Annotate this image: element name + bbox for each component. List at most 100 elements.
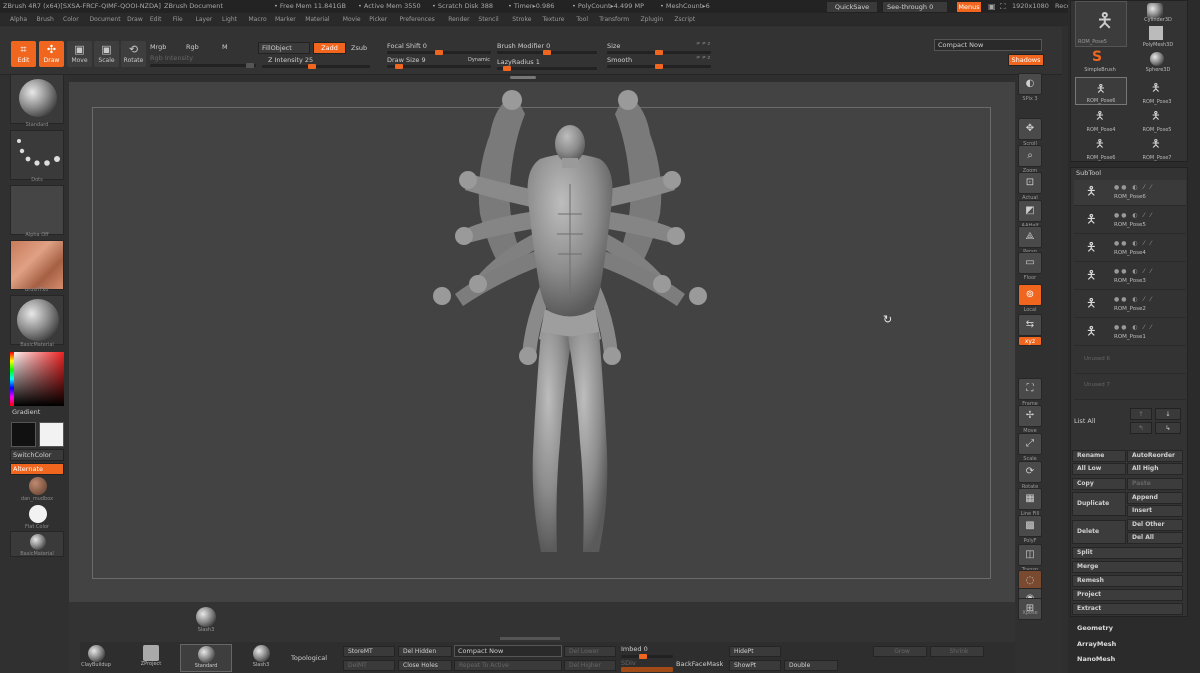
tool-thumb-rom-pose6b[interactable]: 🯅 ROM_Pose6 [1075, 133, 1127, 161]
local-button[interactable]: ⊚ [1018, 284, 1042, 306]
scroll-button[interactable]: ✥ [1018, 118, 1042, 140]
visibility-toggle-icon[interactable]: ●● ◐ ⁄ ⁄ [1114, 240, 1153, 247]
lazyradius-slider[interactable]: LazyRadius 1 [497, 58, 540, 66]
menu-render[interactable]: Render [448, 13, 469, 26]
z-intensity-slider[interactable]: Z Intensity 25 [268, 56, 313, 64]
menu-stencil[interactable]: Stencil [478, 13, 498, 26]
spix-button[interactable]: ◐ [1018, 73, 1042, 95]
linefill-button[interactable]: ▦ [1018, 488, 1042, 510]
slash3-brush-icon[interactable] [196, 607, 216, 627]
polyf-button[interactable]: ▩ [1018, 515, 1042, 537]
merge-button[interactable]: Merge [1072, 561, 1183, 573]
visibility-toggle-icon[interactable]: ●● ◐ ⁄ ⁄ [1114, 212, 1153, 219]
split-button[interactable]: Split [1072, 547, 1183, 559]
double-button[interactable]: Double [784, 660, 838, 671]
fillobject-button[interactable]: FillObject [258, 42, 310, 54]
sculpt-model-figure[interactable] [420, 84, 720, 564]
bottom-resize-handle[interactable] [500, 637, 560, 640]
insert-button[interactable]: Insert [1127, 505, 1183, 517]
color-picker-square[interactable] [10, 352, 64, 406]
alternate-button[interactable]: Alternate [10, 463, 64, 475]
menu-layer[interactable]: Layer [196, 13, 213, 26]
rgb-intensity-track[interactable] [150, 63, 256, 68]
menu-stroke[interactable]: Stroke [512, 13, 531, 26]
menu-document[interactable]: Document [90, 13, 121, 26]
menu-transform[interactable]: Transform [599, 13, 629, 26]
sdiv-slider[interactable]: SDiv [621, 659, 636, 667]
lsym-button[interactable]: ⇆ [1018, 314, 1042, 336]
remesh-button[interactable]: Remesh [1072, 575, 1183, 587]
menu-light[interactable]: Light [222, 13, 237, 26]
menu-file[interactable]: File [173, 13, 183, 26]
move-down-icon[interactable]: ↓ [1155, 408, 1181, 420]
del-hidden-button[interactable]: Del Hidden [398, 646, 452, 657]
texture-picker[interactable] [10, 240, 64, 290]
brush-picker[interactable] [10, 74, 64, 124]
size-track[interactable] [607, 50, 711, 55]
fullscreen-icon[interactable]: ⛶ [1000, 0, 1006, 13]
geometry-section[interactable]: Geometry [1077, 624, 1113, 632]
main-color-swatch[interactable] [11, 422, 36, 447]
autoreorder-button[interactable]: AutoReorder [1127, 450, 1183, 462]
menu-color[interactable]: Color [63, 13, 79, 26]
flat-color-material-icon[interactable] [29, 505, 47, 523]
rename-button[interactable]: Rename [1072, 450, 1126, 462]
transp-button[interactable]: ◫ [1018, 544, 1042, 566]
draw-size-slider[interactable]: Draw Size 9 [387, 56, 426, 64]
visibility-toggle-icon[interactable]: ●● ◐ ⁄ ⁄ [1114, 324, 1153, 331]
nanomesh-section[interactable]: NanoMesh [1077, 655, 1115, 663]
canvas-resize-handle[interactable] [510, 76, 536, 79]
visibility-toggle-icon[interactable]: ●● ◐ ⁄ ⁄ [1114, 184, 1153, 191]
arrow-right-icon[interactable]: ↳ [1155, 422, 1181, 434]
zproject-brush-button[interactable]: ZProject [135, 645, 167, 672]
scale-button[interactable]: ⤢ [1018, 433, 1042, 455]
storemt-button[interactable]: StoreMT [343, 646, 395, 657]
menu-draw[interactable]: Draw [127, 13, 143, 26]
sphere3d-icon[interactable] [1150, 52, 1164, 66]
repeat-to-active-button[interactable]: Repeat To Active [454, 660, 562, 671]
menu-zplugin[interactable]: Zplugin [641, 13, 664, 26]
smooth-track[interactable] [607, 64, 711, 69]
imbed-track[interactable] [621, 654, 673, 659]
subtool-item[interactable]: 🯅 ●● ◐ ⁄ ⁄ ROM_Pose5 [1074, 208, 1186, 234]
menu-brush[interactable]: Brush [37, 13, 54, 26]
frame-button[interactable]: ⛶ [1018, 378, 1042, 400]
simplebrush-icon[interactable]: S [1092, 49, 1102, 65]
zoom-button[interactable]: ⌕ [1018, 145, 1042, 167]
rgb-button[interactable]: Rgb [186, 43, 199, 51]
rotate-button[interactable]: ⟳ [1018, 461, 1042, 483]
move-button[interactable]: ▣ Move [67, 41, 92, 67]
stroke-picker[interactable] [10, 130, 64, 180]
rgb-intensity-slider[interactable]: Rgb Intensity [150, 54, 193, 62]
subtool-item[interactable]: 🯅 ●● ◐ ⁄ ⁄ ROM_Pose6 [1074, 180, 1186, 206]
subtool-item[interactable]: 🯅 ●● ◐ ⁄ ⁄ ROM_Pose4 [1074, 236, 1186, 262]
topological-button[interactable]: Topological [291, 654, 327, 662]
menu-alpha[interactable]: Alpha [10, 13, 27, 26]
switchcolor-button[interactable]: SwitchColor [10, 449, 64, 461]
lazyradius-track[interactable] [497, 66, 597, 71]
mrgb-button[interactable]: Mrgb [150, 43, 166, 51]
gradient-label[interactable]: Gradient [12, 408, 40, 416]
backfacemask-button[interactable]: BackFaceMask [676, 660, 723, 668]
scale-button[interactable]: ▣ Scale [94, 41, 119, 67]
sdiv-track[interactable] [621, 667, 673, 672]
standard-brush-button[interactable]: Standard [180, 644, 232, 672]
subtool-item[interactable]: 🯅 ●● ◐ ⁄ ⁄ ROM_Pose2 [1074, 292, 1186, 318]
del-other-button[interactable]: Del Other [1127, 519, 1183, 531]
size-z-toggle[interactable]: ≠ ≠ z [696, 41, 710, 47]
compact-now-field-bottom[interactable]: Compact Now [454, 645, 562, 657]
menu-macro[interactable]: Macro [249, 13, 267, 26]
xyz-button[interactable]: xyz [1018, 336, 1042, 346]
menu-tool[interactable]: Tool [576, 13, 588, 26]
secondary-color-swatch[interactable] [39, 422, 64, 447]
size-slider[interactable]: Size [607, 42, 620, 50]
claybuildup-brush-button[interactable]: ClayBuildup [80, 645, 112, 672]
dynamic-button[interactable]: Dynamic [468, 57, 490, 63]
all-high-button[interactable]: All High [1127, 463, 1183, 475]
tool-thumb-rom-pose6[interactable]: 🯅 ROM_Pose6 [1075, 77, 1127, 105]
menu-preferences[interactable]: Preferences [400, 13, 435, 26]
draw-size-track[interactable] [387, 64, 491, 69]
menu-zscript[interactable]: Zscript [674, 13, 695, 26]
smooth-z-toggle[interactable]: ≠ ≠ z [696, 55, 710, 61]
delete-button[interactable]: Delete [1072, 520, 1126, 544]
